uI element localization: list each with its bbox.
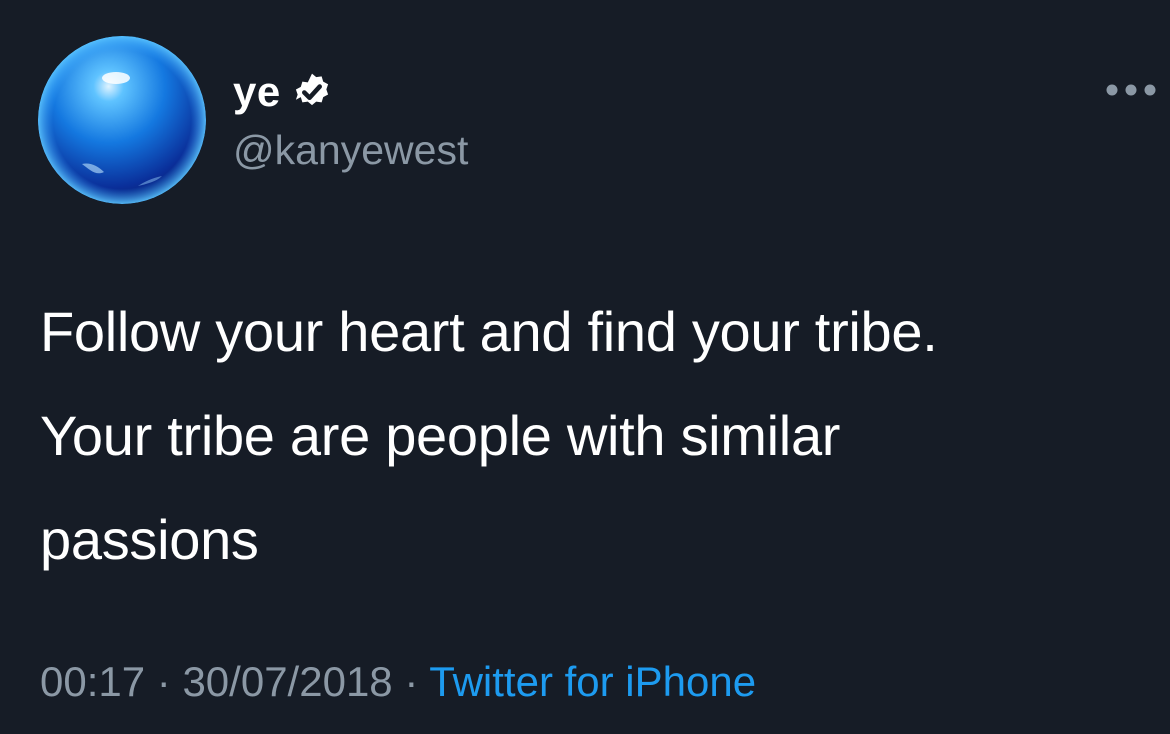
author-handle[interactable]: @kanyewest xyxy=(233,122,468,178)
author-display-name[interactable]: ye xyxy=(233,64,281,120)
more-horizontal-icon[interactable] xyxy=(1104,80,1158,100)
tweet-text: Follow your heart and find your tribe. Y… xyxy=(40,300,938,571)
tweet-card: ye @kanyewest Follow your heart and find… xyxy=(0,0,1170,734)
tweet-metadata: 00:17 · 30/07/2018 · Twitter for iPhone xyxy=(40,652,756,712)
tweet-date[interactable]: 30/07/2018 xyxy=(182,658,392,705)
avatar[interactable] xyxy=(38,36,206,204)
tweet-time[interactable]: 00:17 xyxy=(40,658,145,705)
tweet-source-link[interactable]: Twitter for iPhone xyxy=(429,658,756,705)
verified-badge-icon xyxy=(295,73,328,106)
author-name-row[interactable]: ye xyxy=(233,64,333,120)
avatar-globe-image xyxy=(38,36,206,204)
meta-separator: · xyxy=(156,658,171,705)
meta-separator: · xyxy=(404,658,419,705)
